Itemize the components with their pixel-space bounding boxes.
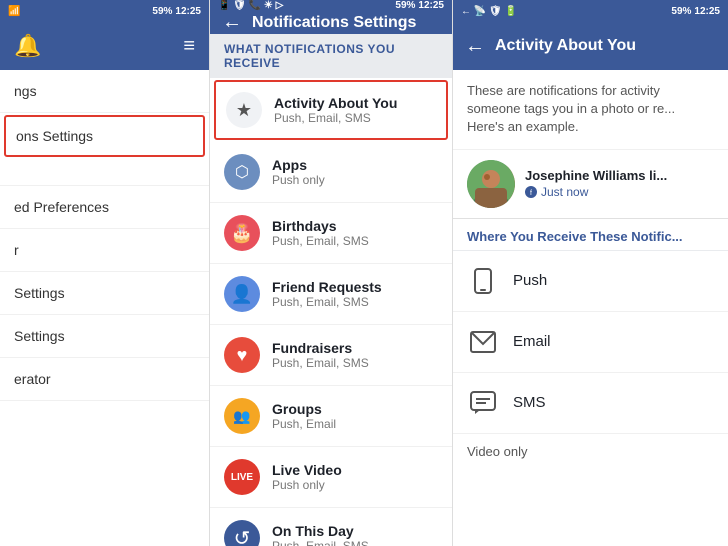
notification-detail: Josephine Williams li... f Just now	[525, 168, 667, 199]
panel3-header: ← Activity About You	[453, 22, 728, 70]
notif-text-birthdays: Birthdays Push, Email, SMS	[272, 218, 369, 248]
icons-left-2: 📱 🛡 📞 ☀ ▷	[218, 0, 283, 11]
example-card: Josephine Williams li... f Just now	[453, 150, 728, 219]
notif-text-apps: Apps Push only	[272, 157, 325, 187]
panel-left: 📶 59% 12:25 🔔 ≡ ngs ons Settings ed Pref…	[0, 0, 210, 546]
onthisday-icon: ↺	[224, 520, 260, 546]
notif-text-friend-requests: Friend Requests Push, Email, SMS	[272, 279, 382, 309]
notif-item-activity[interactable]: ★ Activity About You Push, Email, SMS	[214, 80, 448, 140]
time-text: Just now	[541, 185, 588, 199]
sidebar-item-r[interactable]: r	[0, 229, 209, 272]
wifi-icon: 📶	[8, 6, 20, 17]
notif-item-live-video[interactable]: LIVE Live Video Push only	[210, 447, 452, 508]
birthday-icon: 🎂	[224, 215, 260, 251]
email-label: Email	[513, 333, 551, 350]
sidebar-item-settings-1[interactable]: Settings	[0, 272, 209, 315]
push-label: Push	[513, 272, 547, 289]
sidebar-menu: ngs ons Settings ed Preferences r Settin…	[0, 70, 209, 401]
groups-icon: 👥	[224, 398, 260, 434]
time-2: 12:25	[418, 0, 444, 11]
status-bar-2: 📱 🛡 📞 ☀ ▷ 59% 12:25	[210, 0, 452, 11]
video-only-text: Video only	[453, 434, 728, 469]
notif-item-friend-requests[interactable]: 👤 Friend Requests Push, Email, SMS	[210, 264, 452, 325]
status-bar-right-2: 59% 12:25	[395, 0, 444, 11]
envelope-icon	[470, 331, 496, 353]
notif-item-apps[interactable]: ⬡ Apps Push only	[210, 142, 452, 203]
avatar	[467, 160, 515, 208]
receive-item-email[interactable]: Email	[453, 312, 728, 373]
sms-label: SMS	[513, 394, 546, 411]
sidebar-item-ngs[interactable]: ngs	[0, 70, 209, 113]
status-bar-left-3: ← 📡 🛡 🔋	[461, 6, 517, 17]
time-indicator: f Just now	[525, 185, 667, 199]
notif-text-activity: Activity About You Push, Email, SMS	[274, 95, 397, 125]
bell-icon: 🔔	[14, 33, 41, 59]
notif-text-on-this-day: On This Day Push, Email, SMS	[272, 523, 369, 546]
notif-item-fundraisers[interactable]: ♥ Fundraisers Push, Email, SMS	[210, 325, 452, 386]
person-name: Josephine Williams li...	[525, 168, 667, 183]
notif-text-live-video: Live Video Push only	[272, 462, 342, 492]
receive-item-sms[interactable]: SMS	[453, 373, 728, 434]
fundraiser-icon: ♥	[224, 337, 260, 373]
panel2-title: Notifications Settings	[252, 14, 440, 32]
status-bar-right-3: 59% 12:25	[671, 6, 720, 17]
panel-right: ← 📡 🛡 🔋 59% 12:25 ← Activity About You T…	[453, 0, 728, 546]
description-text: These are notifications for activity som…	[453, 70, 728, 150]
status-bar-right-1: 59% 12:25	[152, 6, 201, 17]
sidebar-item-empty[interactable]	[0, 159, 209, 186]
battery-1: 59%	[152, 6, 172, 17]
sidebar-item-notifications-settings[interactable]: ons Settings	[4, 115, 205, 157]
back-button-2[interactable]: ←	[222, 11, 242, 34]
email-icon	[467, 326, 499, 358]
time-3: 12:25	[694, 6, 720, 17]
receive-section-header: Where You Receive These Notific...	[453, 219, 728, 251]
icons-left-3: ← 📡 🛡 🔋	[461, 6, 517, 17]
back-button-3[interactable]: ←	[465, 35, 485, 58]
hamburger-icon[interactable]: ≡	[183, 35, 195, 58]
notif-item-on-this-day[interactable]: ↺ On This Day Push, Email, SMS	[210, 508, 452, 546]
battery-3: 59%	[671, 6, 691, 17]
sidebar-item-settings-2[interactable]: Settings	[0, 315, 209, 358]
panel2-header: ← Notifications Settings	[210, 11, 452, 34]
time-1: 12:25	[175, 6, 201, 17]
panel3-title: Activity About You	[495, 37, 716, 55]
facebook-dot-icon: f	[526, 187, 536, 197]
section-header-2: What Notifications You Receive	[210, 34, 452, 78]
avatar-image	[467, 160, 515, 208]
notif-text-groups: Groups Push, Email	[272, 401, 336, 431]
notif-text-fundraisers: Fundraisers Push, Email, SMS	[272, 340, 369, 370]
panel1-header: 🔔 ≡	[0, 22, 209, 70]
battery-2: 59%	[395, 0, 415, 11]
live-icon: LIVE	[224, 459, 260, 495]
sidebar-item-preferences[interactable]: ed Preferences	[0, 186, 209, 229]
receive-item-push[interactable]: Push	[453, 251, 728, 312]
time-dot: f	[525, 186, 537, 198]
push-icon	[467, 265, 499, 297]
sms-icon	[467, 387, 499, 419]
friend-icon: 👤	[224, 276, 260, 312]
status-bar-1: 📶 59% 12:25	[0, 0, 209, 22]
sidebar-item-erator[interactable]: erator	[0, 358, 209, 401]
svg-text:f: f	[530, 190, 532, 197]
status-bar-left-1: 📶	[8, 6, 20, 17]
phone-icon	[470, 268, 496, 294]
notif-item-groups[interactable]: 👥 Groups Push, Email	[210, 386, 452, 447]
notif-item-birthdays[interactable]: 🎂 Birthdays Push, Email, SMS	[210, 203, 452, 264]
notification-list: ★ Activity About You Push, Email, SMS ⬡ …	[210, 78, 452, 546]
chat-icon	[470, 391, 496, 415]
apps-icon: ⬡	[224, 154, 260, 190]
star-icon: ★	[226, 92, 262, 128]
status-bar-3: ← 📡 🛡 🔋 59% 12:25	[453, 0, 728, 22]
status-bar-left-2: 📱 🛡 📞 ☀ ▷	[218, 0, 283, 11]
panel-middle: 📱 🛡 📞 ☀ ▷ 59% 12:25 ← Notifications Sett…	[210, 0, 453, 546]
